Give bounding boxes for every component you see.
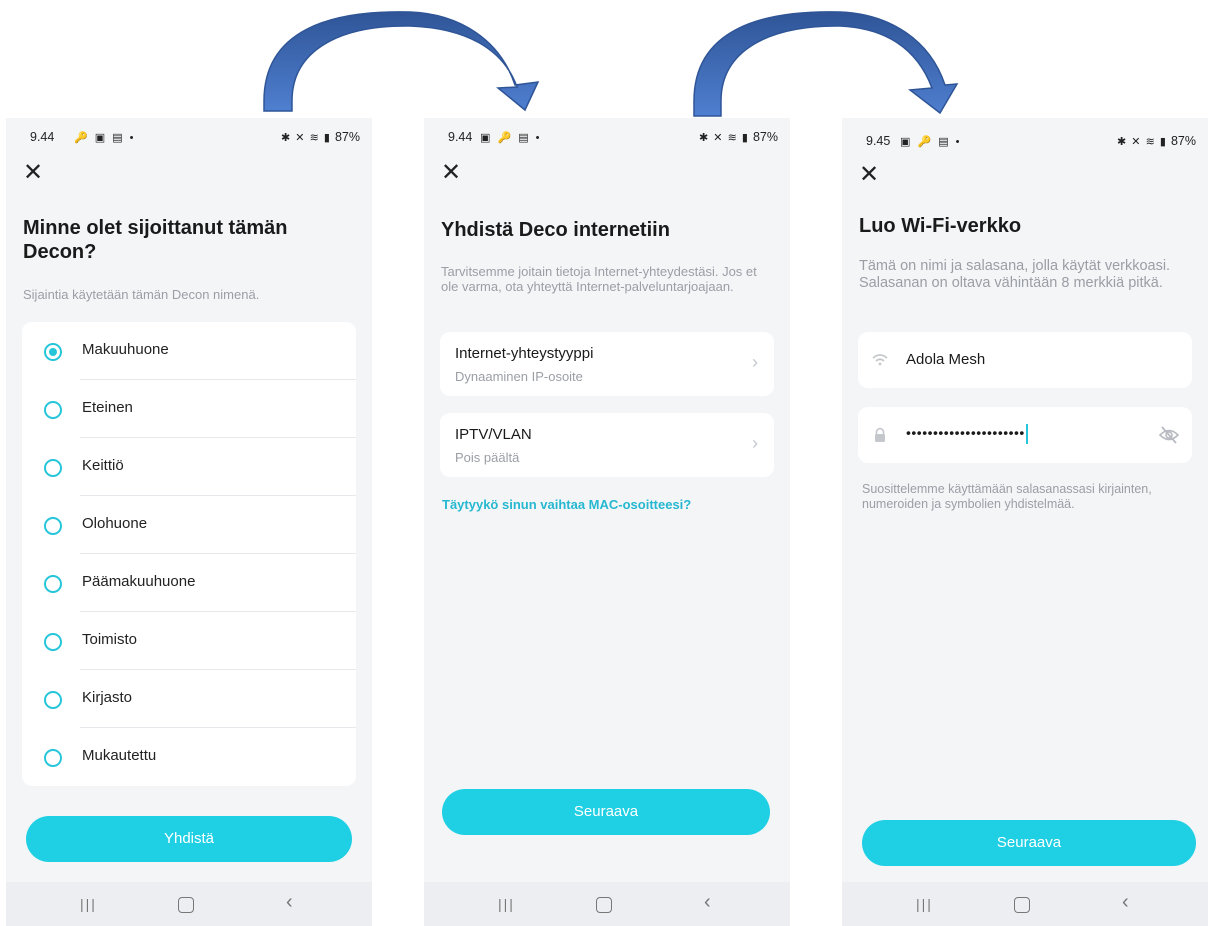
setting-connection-type[interactable]: Internet-yhteystyyppi Dynaaminen IP-osoi… — [440, 332, 774, 396]
system-nav-bar: ||| ‹ — [842, 882, 1208, 926]
password-field[interactable]: •••••••••••••••••••••• — [858, 407, 1192, 463]
setting-value: Pois päältä — [455, 450, 520, 465]
password-hint: Suosittelemme käyttämään salasanassasi k… — [862, 482, 1152, 511]
location-options-list: Makuuhuone Eteinen Keittiö Olohuone Pääm… — [22, 322, 356, 786]
battery-level: 87% — [1170, 134, 1196, 148]
option-label: Päämakuuhuone — [82, 573, 196, 590]
status-icons-left: ▣ 🔑 ▤ • — [900, 136, 962, 148]
mac-address-link[interactable]: Täytyykö sinun vaihtaa MAC-osoitteesi? — [442, 497, 691, 512]
option-eteinen[interactable]: Eteinen — [22, 380, 356, 438]
screen-location: 9.44 🔑 ▣ ▤ • ✱ ✕ ≋ ▮ 87% ✕ Minne olet si… — [6, 118, 372, 926]
close-icon[interactable]: ✕ — [20, 160, 46, 186]
status-icons-left: 🔑 ▣ ▤ • — [74, 132, 136, 144]
page-title: Luo Wi-Fi-verkko — [859, 215, 1022, 237]
radio-icon[interactable] — [44, 749, 62, 767]
status-bar: 9.45 ▣ 🔑 ▤ • ✱ ✕ ≋ ▮ 87% — [842, 132, 1208, 152]
system-nav-bar: ||| ‹ — [6, 882, 372, 926]
status-icons-right: ✱ ✕ ≋ ▮ 87% — [1117, 134, 1196, 148]
status-icons-left: ▣ 🔑 ▤ • — [480, 132, 542, 144]
status-time: 9.45 — [866, 134, 891, 148]
recent-apps-icon[interactable]: ||| — [916, 896, 933, 912]
recent-apps-icon[interactable]: ||| — [80, 896, 97, 912]
page-subtitle: Tämä on nimi ja salasana, jolla käytät v… — [859, 258, 1171, 291]
back-icon[interactable]: ‹ — [704, 891, 711, 914]
network-name-field[interactable]: Adola Mesh — [858, 332, 1192, 388]
home-icon[interactable] — [1014, 897, 1030, 913]
option-label: Kirjasto — [82, 689, 133, 706]
setting-label: Internet-yhteystyyppi — [455, 345, 594, 362]
screen-internet: 9.44 ▣ 🔑 ▤ • ✱ ✕ ≋ ▮ 87% ✕ Yhdistä Deco … — [424, 118, 790, 926]
recent-apps-icon[interactable]: ||| — [498, 896, 515, 912]
option-keittio[interactable]: Keittiö — [22, 438, 356, 496]
lock-icon — [875, 427, 885, 442]
option-paamakuuhuone[interactable]: Päämakuuhuone — [22, 554, 356, 612]
option-makuuhuone[interactable]: Makuuhuone — [22, 322, 356, 380]
status-bar: 9.44 ▣ 🔑 ▤ • ✱ ✕ ≋ ▮ 87% — [424, 128, 790, 148]
page-subtitle: Tarvitsemme joitain tietoja Internet-yht… — [441, 264, 757, 294]
setting-label: IPTV/VLAN — [455, 426, 532, 443]
setting-value: Dynaaminen IP-osoite — [455, 369, 583, 384]
option-label: Eteinen — [82, 399, 133, 416]
home-icon[interactable] — [596, 897, 612, 913]
page-subtitle: Sijaintia käytetään tämän Decon nimenä. — [23, 287, 260, 302]
setting-iptv-vlan[interactable]: IPTV/VLAN Pois päältä › — [440, 413, 774, 477]
option-label: Keittiö — [82, 457, 124, 474]
screen-wifi: 9.45 ▣ 🔑 ▤ • ✱ ✕ ≋ ▮ 87% ✕ Luo Wi-Fi-ver… — [842, 118, 1208, 926]
back-icon[interactable]: ‹ — [1122, 891, 1129, 914]
next-button[interactable]: Seuraava — [442, 789, 770, 835]
text-cursor — [1025, 424, 1028, 444]
status-icons-right: ✱ ✕ ≋ ▮ 87% — [699, 130, 778, 144]
option-olohuone[interactable]: Olohuone — [22, 496, 356, 554]
arrow-screen1-to-screen2 — [263, 11, 540, 112]
radio-icon[interactable] — [44, 691, 62, 709]
home-icon[interactable] — [178, 897, 194, 913]
option-toimisto[interactable]: Toimisto — [22, 612, 356, 670]
eye-off-icon[interactable] — [1158, 425, 1180, 445]
page-title: Yhdistä Deco internetiin — [441, 219, 670, 241]
radio-icon[interactable] — [44, 575, 62, 593]
chevron-right-icon: › — [752, 433, 758, 453]
option-label: Toimisto — [82, 631, 138, 648]
option-kirjasto[interactable]: Kirjasto — [22, 670, 356, 728]
status-time: 9.44 — [448, 130, 473, 144]
option-label: Mukautettu — [82, 747, 157, 764]
close-icon[interactable]: ✕ — [438, 160, 464, 186]
option-mukautettu[interactable]: Mukautettu — [22, 728, 356, 786]
battery-level: 87% — [334, 130, 360, 144]
network-name-value: Adola Mesh — [906, 351, 986, 368]
battery-level: 87% — [752, 130, 778, 144]
connect-button[interactable]: Yhdistä — [26, 816, 352, 862]
close-icon[interactable]: ✕ — [856, 162, 882, 188]
page-title: Minne olet sijoittanut tämän Decon? — [23, 217, 288, 263]
radio-icon[interactable] — [44, 633, 62, 651]
status-time: 9.44 — [30, 130, 55, 144]
status-icons-right: ✱ ✕ ≋ ▮ 87% — [281, 130, 360, 144]
radio-icon[interactable] — [44, 517, 62, 535]
back-icon[interactable]: ‹ — [286, 891, 293, 914]
chevron-right-icon: › — [752, 352, 758, 372]
status-bar: 9.44 🔑 ▣ ▤ • ✱ ✕ ≋ ▮ 87% — [6, 128, 372, 148]
arrow-screen2-to-screen3 — [693, 11, 959, 117]
radio-icon[interactable] — [44, 459, 62, 477]
option-label: Olohuone — [82, 515, 148, 532]
password-value: •••••••••••••••••••••• — [906, 424, 1028, 444]
radio-checked-icon[interactable] — [44, 343, 62, 361]
next-button[interactable]: Seuraava — [862, 820, 1196, 866]
option-label: Makuuhuone — [82, 341, 169, 358]
wifi-icon — [872, 354, 888, 366]
system-nav-bar: ||| ‹ — [424, 882, 790, 926]
radio-icon[interactable] — [44, 401, 62, 419]
